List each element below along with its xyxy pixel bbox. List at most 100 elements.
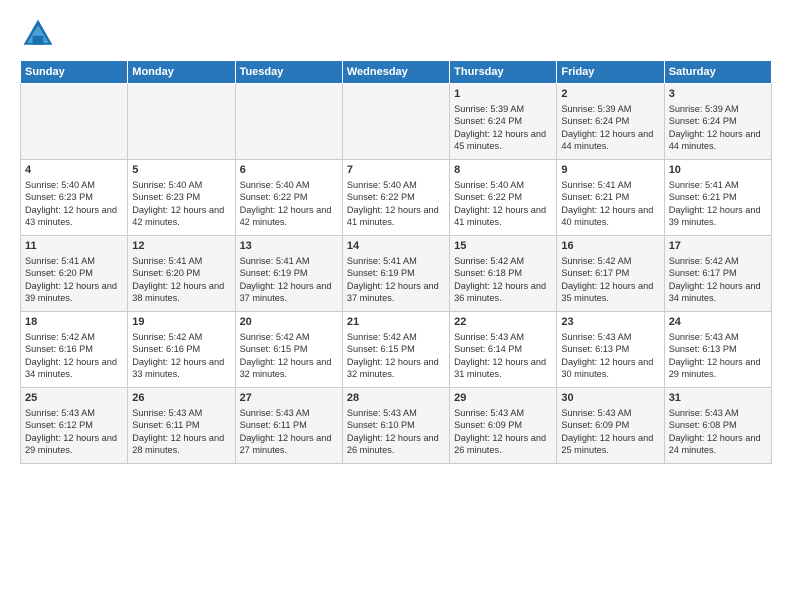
calendar-week-row: 25Sunrise: 5:43 AMSunset: 6:12 PMDayligh…: [21, 388, 772, 464]
day-content: Sunrise: 5:39 AM: [561, 103, 659, 115]
day-number: 31: [669, 391, 767, 406]
calendar-cell: 29Sunrise: 5:43 AMSunset: 6:09 PMDayligh…: [450, 388, 557, 464]
day-content: Sunset: 6:12 PM: [25, 419, 123, 431]
calendar-cell: 4Sunrise: 5:40 AMSunset: 6:23 PMDaylight…: [21, 160, 128, 236]
day-number: 7: [347, 163, 445, 178]
day-content: Sunset: 6:21 PM: [561, 191, 659, 203]
day-content: Daylight: 12 hours and 28 minutes.: [132, 432, 230, 457]
day-content: Sunrise: 5:40 AM: [454, 179, 552, 191]
day-content: Sunrise: 5:41 AM: [561, 179, 659, 191]
calendar-cell: 24Sunrise: 5:43 AMSunset: 6:13 PMDayligh…: [664, 312, 771, 388]
day-content: Sunset: 6:20 PM: [25, 267, 123, 279]
day-content: Sunrise: 5:43 AM: [669, 331, 767, 343]
day-content: Daylight: 12 hours and 39 minutes.: [25, 280, 123, 305]
calendar-cell: 25Sunrise: 5:43 AMSunset: 6:12 PMDayligh…: [21, 388, 128, 464]
calendar-week-row: 1Sunrise: 5:39 AMSunset: 6:24 PMDaylight…: [21, 84, 772, 160]
day-number: 16: [561, 239, 659, 254]
day-content: Sunset: 6:17 PM: [561, 267, 659, 279]
day-content: Sunrise: 5:43 AM: [132, 407, 230, 419]
calendar-cell: 30Sunrise: 5:43 AMSunset: 6:09 PMDayligh…: [557, 388, 664, 464]
calendar-cell: 15Sunrise: 5:42 AMSunset: 6:18 PMDayligh…: [450, 236, 557, 312]
calendar-cell: 6Sunrise: 5:40 AMSunset: 6:22 PMDaylight…: [235, 160, 342, 236]
header-day: Saturday: [664, 61, 771, 84]
day-content: Sunrise: 5:40 AM: [240, 179, 338, 191]
day-content: Sunrise: 5:43 AM: [25, 407, 123, 419]
day-content: Daylight: 12 hours and 26 minutes.: [347, 432, 445, 457]
day-content: Sunrise: 5:43 AM: [454, 331, 552, 343]
day-number: 18: [25, 315, 123, 330]
day-number: 24: [669, 315, 767, 330]
calendar-cell: 16Sunrise: 5:42 AMSunset: 6:17 PMDayligh…: [557, 236, 664, 312]
day-content: Daylight: 12 hours and 44 minutes.: [561, 128, 659, 153]
day-content: Sunset: 6:14 PM: [454, 343, 552, 355]
calendar-cell: [235, 84, 342, 160]
day-content: Daylight: 12 hours and 32 minutes.: [347, 356, 445, 381]
day-content: Daylight: 12 hours and 42 minutes.: [240, 204, 338, 229]
day-number: 10: [669, 163, 767, 178]
day-content: Sunrise: 5:40 AM: [25, 179, 123, 191]
calendar-header: SundayMondayTuesdayWednesdayThursdayFrid…: [21, 61, 772, 84]
day-number: 2: [561, 87, 659, 102]
calendar-cell: 19Sunrise: 5:42 AMSunset: 6:16 PMDayligh…: [128, 312, 235, 388]
day-number: 17: [669, 239, 767, 254]
calendar-cell: 1Sunrise: 5:39 AMSunset: 6:24 PMDaylight…: [450, 84, 557, 160]
day-number: 12: [132, 239, 230, 254]
day-content: Sunset: 6:16 PM: [25, 343, 123, 355]
day-content: Daylight: 12 hours and 45 minutes.: [454, 128, 552, 153]
day-content: Daylight: 12 hours and 37 minutes.: [240, 280, 338, 305]
calendar-cell: 7Sunrise: 5:40 AMSunset: 6:22 PMDaylight…: [342, 160, 449, 236]
logo-icon: [20, 16, 56, 52]
day-content: Sunset: 6:16 PM: [132, 343, 230, 355]
header-day: Friday: [557, 61, 664, 84]
day-number: 30: [561, 391, 659, 406]
day-content: Sunset: 6:15 PM: [240, 343, 338, 355]
day-content: Sunrise: 5:39 AM: [454, 103, 552, 115]
day-number: 13: [240, 239, 338, 254]
day-content: Daylight: 12 hours and 37 minutes.: [347, 280, 445, 305]
calendar-cell: 21Sunrise: 5:42 AMSunset: 6:15 PMDayligh…: [342, 312, 449, 388]
day-number: 4: [25, 163, 123, 178]
day-content: Sunrise: 5:42 AM: [561, 255, 659, 267]
day-number: 19: [132, 315, 230, 330]
day-content: Sunset: 6:20 PM: [132, 267, 230, 279]
header-day: Tuesday: [235, 61, 342, 84]
day-number: 1: [454, 87, 552, 102]
day-content: Sunrise: 5:40 AM: [347, 179, 445, 191]
day-content: Daylight: 12 hours and 34 minutes.: [25, 356, 123, 381]
calendar-cell: 20Sunrise: 5:42 AMSunset: 6:15 PMDayligh…: [235, 312, 342, 388]
day-number: 25: [25, 391, 123, 406]
day-content: Sunset: 6:24 PM: [561, 115, 659, 127]
calendar-cell: 23Sunrise: 5:43 AMSunset: 6:13 PMDayligh…: [557, 312, 664, 388]
day-content: Sunrise: 5:42 AM: [132, 331, 230, 343]
calendar-cell: 9Sunrise: 5:41 AMSunset: 6:21 PMDaylight…: [557, 160, 664, 236]
day-content: Daylight: 12 hours and 38 minutes.: [132, 280, 230, 305]
day-content: Sunrise: 5:42 AM: [240, 331, 338, 343]
day-number: 9: [561, 163, 659, 178]
day-number: 6: [240, 163, 338, 178]
calendar-cell: 18Sunrise: 5:42 AMSunset: 6:16 PMDayligh…: [21, 312, 128, 388]
day-content: Daylight: 12 hours and 43 minutes.: [25, 204, 123, 229]
calendar-cell: 14Sunrise: 5:41 AMSunset: 6:19 PMDayligh…: [342, 236, 449, 312]
day-content: Daylight: 12 hours and 32 minutes.: [240, 356, 338, 381]
day-content: Sunset: 6:23 PM: [132, 191, 230, 203]
calendar-table: SundayMondayTuesdayWednesdayThursdayFrid…: [20, 60, 772, 464]
calendar-week-row: 11Sunrise: 5:41 AMSunset: 6:20 PMDayligh…: [21, 236, 772, 312]
day-content: Sunset: 6:09 PM: [561, 419, 659, 431]
day-number: 28: [347, 391, 445, 406]
header-day: Wednesday: [342, 61, 449, 84]
day-content: Sunrise: 5:42 AM: [669, 255, 767, 267]
day-content: Sunset: 6:22 PM: [454, 191, 552, 203]
day-content: Daylight: 12 hours and 40 minutes.: [561, 204, 659, 229]
day-number: 26: [132, 391, 230, 406]
day-content: Sunset: 6:24 PM: [669, 115, 767, 127]
header-day: Sunday: [21, 61, 128, 84]
day-number: 14: [347, 239, 445, 254]
day-number: 11: [25, 239, 123, 254]
day-content: Sunrise: 5:42 AM: [454, 255, 552, 267]
day-number: 5: [132, 163, 230, 178]
day-content: Sunrise: 5:43 AM: [240, 407, 338, 419]
calendar-cell: 13Sunrise: 5:41 AMSunset: 6:19 PMDayligh…: [235, 236, 342, 312]
day-content: Sunrise: 5:42 AM: [347, 331, 445, 343]
header-day: Monday: [128, 61, 235, 84]
calendar-cell: [128, 84, 235, 160]
